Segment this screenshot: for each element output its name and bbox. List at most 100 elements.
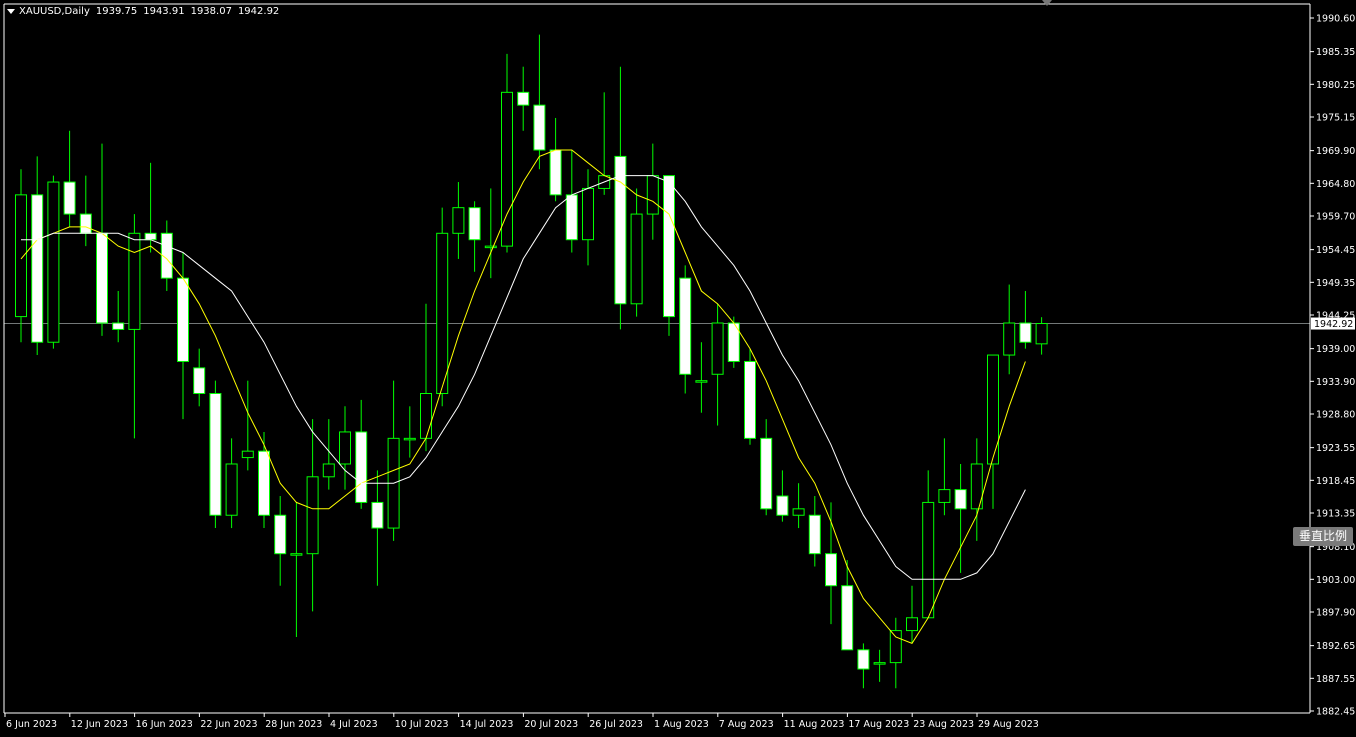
- moving-average-fast: [20, 149, 1026, 645]
- candle-body: [906, 617, 918, 632]
- moving-averages-group: [20, 149, 1026, 645]
- candle-body: [290, 553, 303, 556]
- candle-body: [857, 649, 870, 670]
- scroll-marker-icon[interactable]: [1042, 0, 1052, 6]
- y-tick-label: 1913.35: [1316, 509, 1355, 520]
- candle-body: [15, 194, 27, 318]
- y-tick-label: 1954.45: [1316, 245, 1355, 256]
- y-tick-label: 1959.70: [1316, 212, 1355, 223]
- x-tick-label: 29 Aug 2023: [978, 719, 1039, 730]
- candle-body: [873, 662, 886, 665]
- candle-body: [403, 437, 416, 441]
- x-tick-label: 16 Jun 2023: [136, 719, 193, 730]
- candle-body: [630, 213, 643, 305]
- x-tick-label: 14 Jul 2023: [460, 719, 514, 730]
- candle-body: [258, 450, 270, 516]
- candle-body: [306, 476, 319, 555]
- candle-body: [582, 187, 594, 241]
- current-price-label: 1942.92: [1314, 319, 1353, 330]
- y-tick-label: 1928.80: [1316, 410, 1355, 421]
- candle-body: [549, 149, 562, 196]
- x-tick-label: 12 Jun 2023: [71, 719, 128, 730]
- candle-body: [79, 213, 92, 234]
- x-tick-label: 6 Jun 2023: [6, 719, 57, 730]
- x-tick-label: 11 Aug 2023: [784, 719, 845, 730]
- candle-body: [209, 392, 222, 516]
- y-tick-label: 1923.55: [1316, 443, 1355, 454]
- y-tick-label: 1985.35: [1316, 47, 1355, 58]
- candle-body: [922, 501, 935, 619]
- candle-body: [484, 245, 497, 249]
- candle-body: [177, 277, 189, 362]
- candle-body: [355, 431, 368, 503]
- x-tick-label: 17 Aug 2023: [848, 719, 909, 730]
- high-value: 1943.91: [143, 6, 185, 17]
- candle-body: [711, 322, 724, 375]
- candle-body: [144, 232, 157, 241]
- candle-body: [760, 437, 773, 510]
- y-tick-label: 1969.90: [1316, 146, 1355, 157]
- y-tick-label: 1933.90: [1316, 377, 1355, 388]
- candle-body: [63, 181, 76, 215]
- candle-body: [322, 463, 335, 478]
- candle-body: [96, 232, 108, 324]
- x-tick-label: 20 Jul 2023: [524, 719, 578, 730]
- candle-body: [274, 514, 287, 555]
- candle-body: [954, 489, 967, 510]
- candle-body: [31, 194, 44, 343]
- candle-body: [679, 277, 692, 375]
- x-tick-label: 4 Jul 2023: [330, 719, 378, 730]
- candle-body: [112, 322, 125, 330]
- candle-body: [436, 232, 449, 394]
- candle-body: [841, 585, 854, 651]
- candle-body: [808, 514, 821, 555]
- x-tick-label: 23 Aug 2023: [913, 719, 974, 730]
- candle-body: [792, 508, 805, 516]
- open-value: 1939.75: [95, 6, 138, 17]
- y-tick-label: 1882.45: [1316, 707, 1355, 718]
- symbol-label: XAUUSD,Daily: [19, 6, 90, 17]
- candle-body: [1019, 322, 1032, 343]
- y-tick-label: 1887.55: [1316, 674, 1355, 685]
- x-tick-label: 26 Jul 2023: [589, 719, 643, 730]
- vertical-scale-button[interactable]: 垂直比例: [1293, 527, 1353, 546]
- y-tick-label: 1939.00: [1316, 344, 1355, 355]
- candle-body: [225, 463, 238, 516]
- candle-body: [744, 360, 756, 439]
- y-tick-label: 1949.35: [1316, 278, 1355, 289]
- price-chart[interactable]: 1990.60 1985.35 1980.25 1975.15 1969.90 1964.…: [0, 0, 1356, 737]
- candle-body: [371, 501, 384, 529]
- y-tick-label: 1892.65: [1316, 641, 1355, 652]
- candle-body: [193, 367, 206, 394]
- candle-body: [889, 630, 902, 664]
- y-tick-label: 1980.25: [1316, 80, 1355, 91]
- candle-body: [663, 175, 675, 318]
- close-value: 1942.92: [237, 6, 280, 17]
- symbol-info-bar: XAUUSD,Daily 1939.75 1943.91 1938.07 194…: [7, 6, 285, 17]
- x-tick-label: 1 Aug 2023: [654, 719, 709, 730]
- x-tick-label: 10 Jul 2023: [395, 719, 449, 730]
- x-tick-label: 22 Jun 2023: [200, 719, 257, 730]
- candle-body: [128, 232, 141, 330]
- candle-body: [1035, 323, 1048, 345]
- y-tick-label: 1897.90: [1316, 608, 1355, 619]
- y-tick-label: 1990.60: [1316, 14, 1355, 25]
- x-tick-label: 7 Aug 2023: [719, 719, 774, 730]
- y-tick-label: 1975.15: [1316, 113, 1355, 124]
- candle-body: [47, 181, 60, 343]
- candles-group: [15, 34, 1048, 689]
- candle-body: [517, 91, 530, 106]
- candle-body: [776, 495, 789, 516]
- candle-body: [987, 354, 999, 465]
- candle-body: [565, 194, 578, 241]
- candle-body: [339, 431, 351, 465]
- dropdown-triangle-icon[interactable]: [7, 9, 15, 14]
- low-value: 1938.07: [190, 6, 232, 17]
- candle-body: [825, 553, 837, 587]
- candle-body: [1003, 322, 1016, 356]
- candle-body: [614, 155, 627, 305]
- x-tick-label: 28 Jun 2023: [265, 719, 322, 730]
- candle-body: [938, 489, 951, 503]
- candle-body: [646, 175, 659, 215]
- y-tick-label: 1964.80: [1316, 179, 1355, 190]
